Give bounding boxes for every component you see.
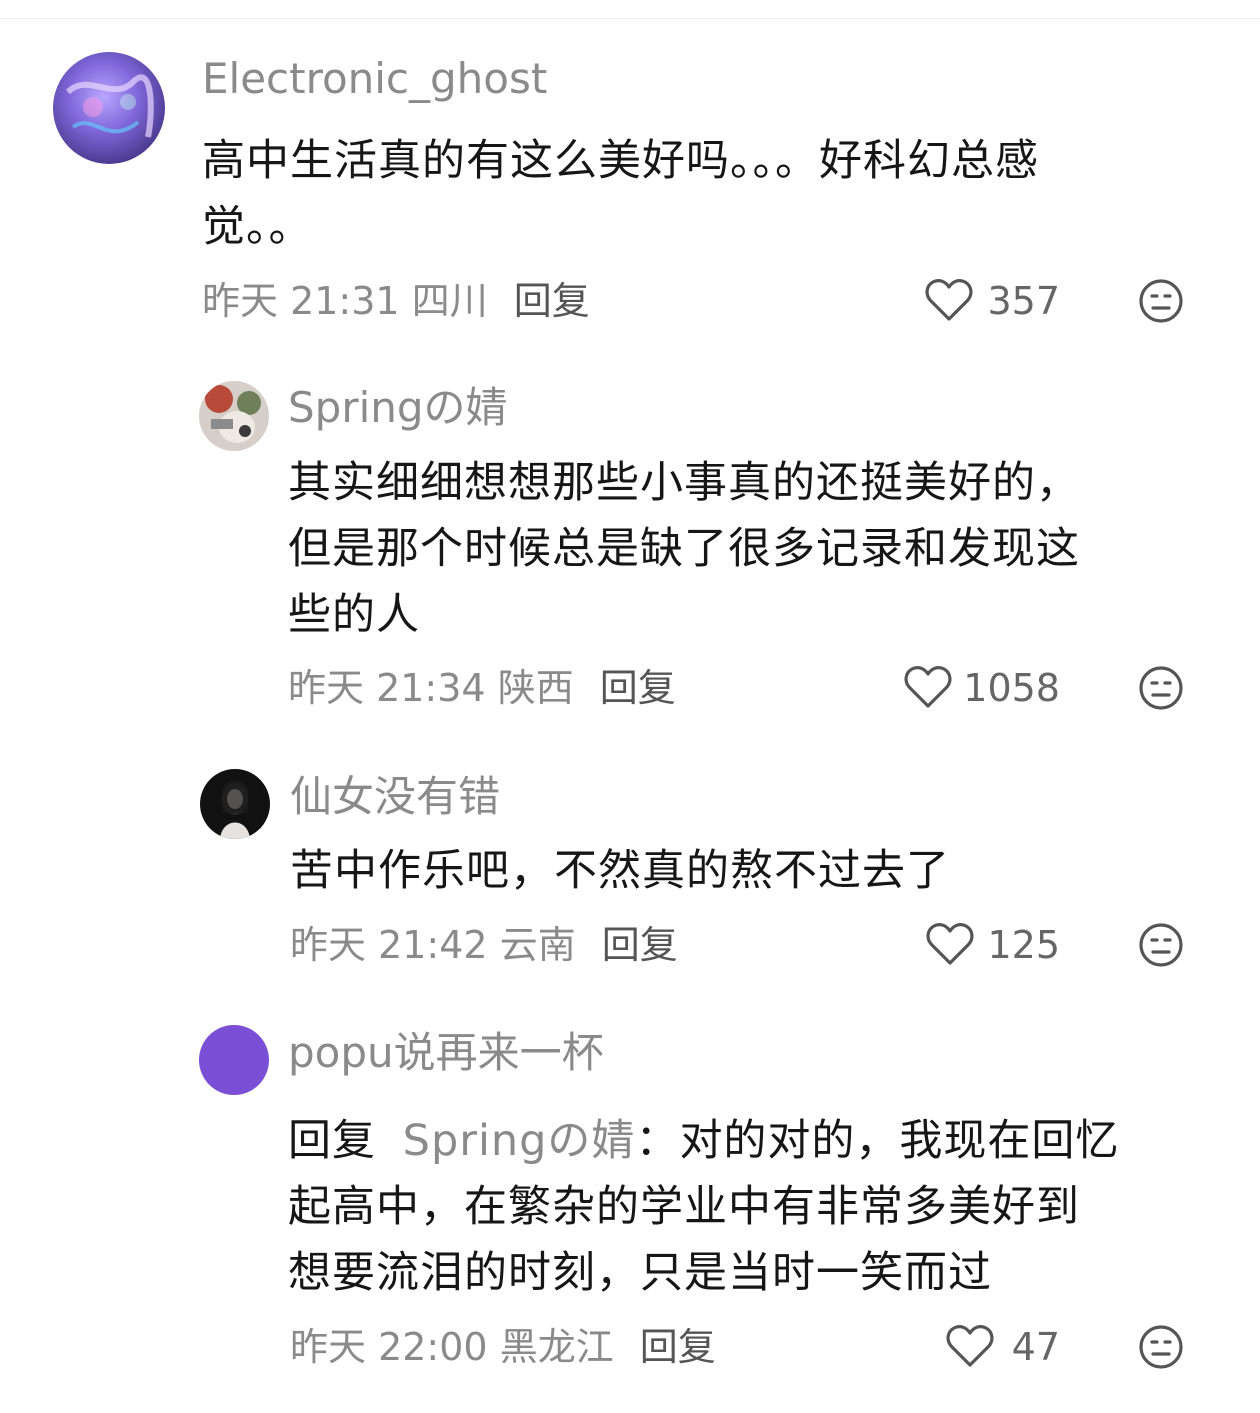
neutral-face-icon[interactable] [1138, 1324, 1184, 1370]
username[interactable]: popu说再来一杯 [288, 1032, 604, 1074]
like-count: 47 [1011, 1325, 1060, 1369]
timestamp: 昨天 22:00 [290, 1325, 488, 1369]
comment-line-text: 对的对的，我现在回忆 [679, 1116, 1120, 1166]
comment-line: 想要流泪的时刻，只是当时一笑而过 [288, 1248, 992, 1298]
comment-meta: 昨天 22:00 黑龙江 回复 [290, 1328, 716, 1366]
reply-prefix: 回复 [288, 1116, 376, 1166]
avatar[interactable] [199, 1025, 269, 1095]
reply-button[interactable]: 回复 [640, 1325, 716, 1369]
comment-text: 回复 Springの婧：对的对的，我现在回忆 起高中，在繁杂的学业中有非常多美好… [288, 1108, 1218, 1306]
comment-item: popu说再来一杯 回复 Springの婧：对的对的，我现在回忆 起高中，在繁杂… [0, 0, 1260, 1413]
location: 黑龙江 [499, 1325, 614, 1369]
comment-line: 起高中，在繁杂的学业中有非常多美好到 [288, 1182, 1080, 1232]
comment-line: 回复 Springの婧：对的对的，我现在回忆 [288, 1108, 1218, 1174]
reply-colon: ： [635, 1116, 680, 1166]
mention-link[interactable]: Springの婧 [403, 1116, 636, 1166]
